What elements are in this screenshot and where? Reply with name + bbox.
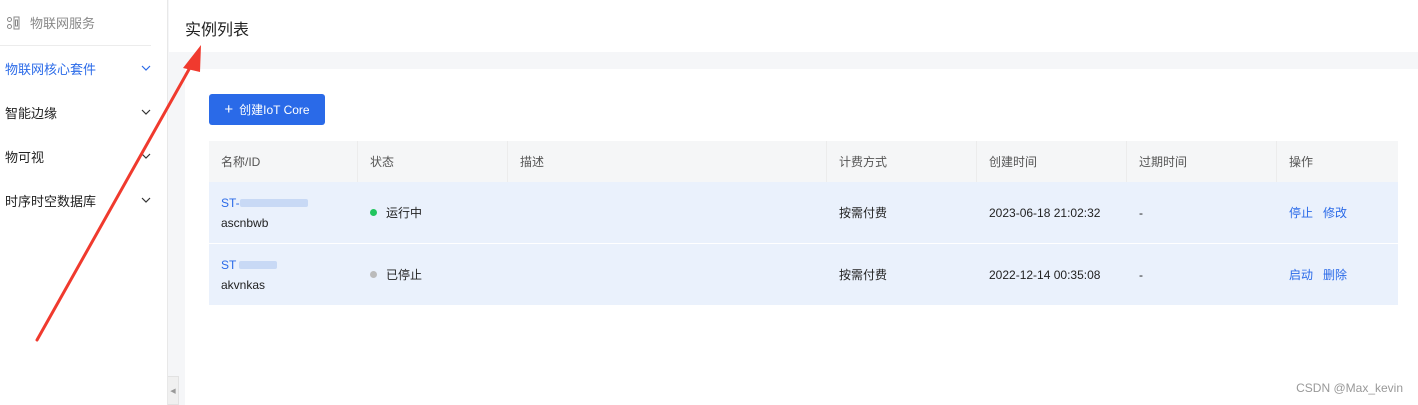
plus-icon: +: [224, 101, 234, 118]
billing-cell: 按需付费: [839, 206, 888, 220]
status-stopped-dot: [370, 271, 377, 278]
sidebar-item-edge[interactable]: 智能边缘: [0, 90, 167, 134]
sidebar-item-label: 智能边缘: [5, 105, 58, 121]
table-header: 名称/ID 状态 描述 计费方式 创建时间 过期时间 操作: [209, 141, 1398, 182]
created-cell: 2022-12-14 00:35:08: [989, 267, 1101, 282]
create-button-label: 创建IoT Core: [239, 103, 310, 117]
expires-cell: -: [1139, 205, 1143, 220]
column-header-billing: 计费方式: [827, 141, 977, 182]
status-text: 运行中: [386, 206, 423, 220]
name-cell: ST- ascnbwb: [209, 182, 358, 243]
column-header-created: 创建时间: [977, 141, 1127, 182]
sidebar-item-tsdb[interactable]: 时序时空数据库: [0, 178, 167, 222]
status-text: 已停止: [386, 268, 423, 282]
sidebar-item-iot-core[interactable]: 物联网核心套件: [0, 46, 167, 90]
expires-cell: -: [1139, 267, 1143, 282]
description-cell: [508, 182, 827, 243]
table-row: ST akvnkas 已停止 按需付费 2022-12-14 00:35:08 …: [209, 244, 1398, 306]
page-header: 实例列表: [169, 0, 1418, 52]
status-cell: 已停止: [358, 244, 508, 305]
sidebar-collapse-toggle[interactable]: ◀: [168, 376, 179, 405]
column-header-status: 状态: [358, 141, 508, 182]
delete-action[interactable]: 删除: [1323, 266, 1347, 283]
instance-name-link[interactable]: ST: [221, 257, 278, 272]
instance-id: ascnbwb: [221, 215, 269, 230]
column-header-name: 名称/ID: [209, 141, 358, 182]
sidebar-item-visual[interactable]: 物可视: [0, 134, 167, 178]
chevron-left-icon: ◀: [170, 387, 176, 395]
create-iot-core-button[interactable]: + 创建IoT Core: [209, 94, 325, 125]
instance-list-card: + 创建IoT Core 名称/ID 状态 描述 计费方式 创建时间 过期时间 …: [185, 69, 1418, 405]
status-cell: 运行中: [358, 182, 508, 243]
stop-action[interactable]: 停止: [1289, 204, 1313, 221]
sidebar-item-label: 时序时空数据库: [5, 193, 97, 209]
column-header-description: 描述: [508, 141, 827, 182]
instance-id: akvnkas: [221, 277, 266, 292]
modify-action[interactable]: 修改: [1323, 204, 1347, 221]
chevron-down-icon: [141, 65, 151, 71]
redacted-name: [239, 261, 278, 270]
page-title: 实例列表: [185, 22, 250, 39]
actions-cell: 停止 修改: [1277, 182, 1398, 243]
app-grid-icon: [6, 16, 22, 30]
description-cell: [508, 244, 827, 305]
redacted-name: [239, 199, 308, 208]
chevron-down-icon: [141, 197, 151, 203]
created-cell: 2023-06-18 21:02:32: [989, 205, 1101, 220]
sidebar-header: 物联网服务: [0, 0, 151, 46]
actions-cell: 启动 删除: [1277, 244, 1398, 305]
instance-name-link[interactable]: ST-: [221, 196, 308, 210]
instance-name-prefix: ST: [221, 257, 237, 272]
sidebar: 物联网服务 物联网核心套件 智能边缘 物可视 时序时空数据库: [0, 0, 168, 405]
name-cell: ST akvnkas: [209, 244, 358, 305]
table-row: ST- ascnbwb 运行中 按需付费 2023-06-18 21:02:32…: [209, 182, 1398, 244]
billing-cell: 按需付费: [839, 268, 888, 282]
instance-name-prefix: ST-: [221, 195, 240, 210]
chevron-down-icon: [141, 109, 151, 115]
column-header-actions: 操作: [1289, 155, 1314, 169]
start-action[interactable]: 启动: [1289, 266, 1313, 283]
sidebar-item-label: 物可视: [5, 149, 45, 165]
column-header-expires: 过期时间: [1127, 141, 1277, 182]
sidebar-item-label: 物联网核心套件: [5, 61, 97, 77]
status-running-dot: [370, 209, 377, 216]
watermark: CSDN @Max_kevin: [1296, 381, 1403, 395]
instance-table: 名称/ID 状态 描述 计费方式 创建时间 过期时间 操作 ST- ascnbw…: [209, 141, 1398, 306]
sidebar-title: 物联网服务: [30, 16, 96, 31]
chevron-down-icon: [141, 153, 151, 159]
